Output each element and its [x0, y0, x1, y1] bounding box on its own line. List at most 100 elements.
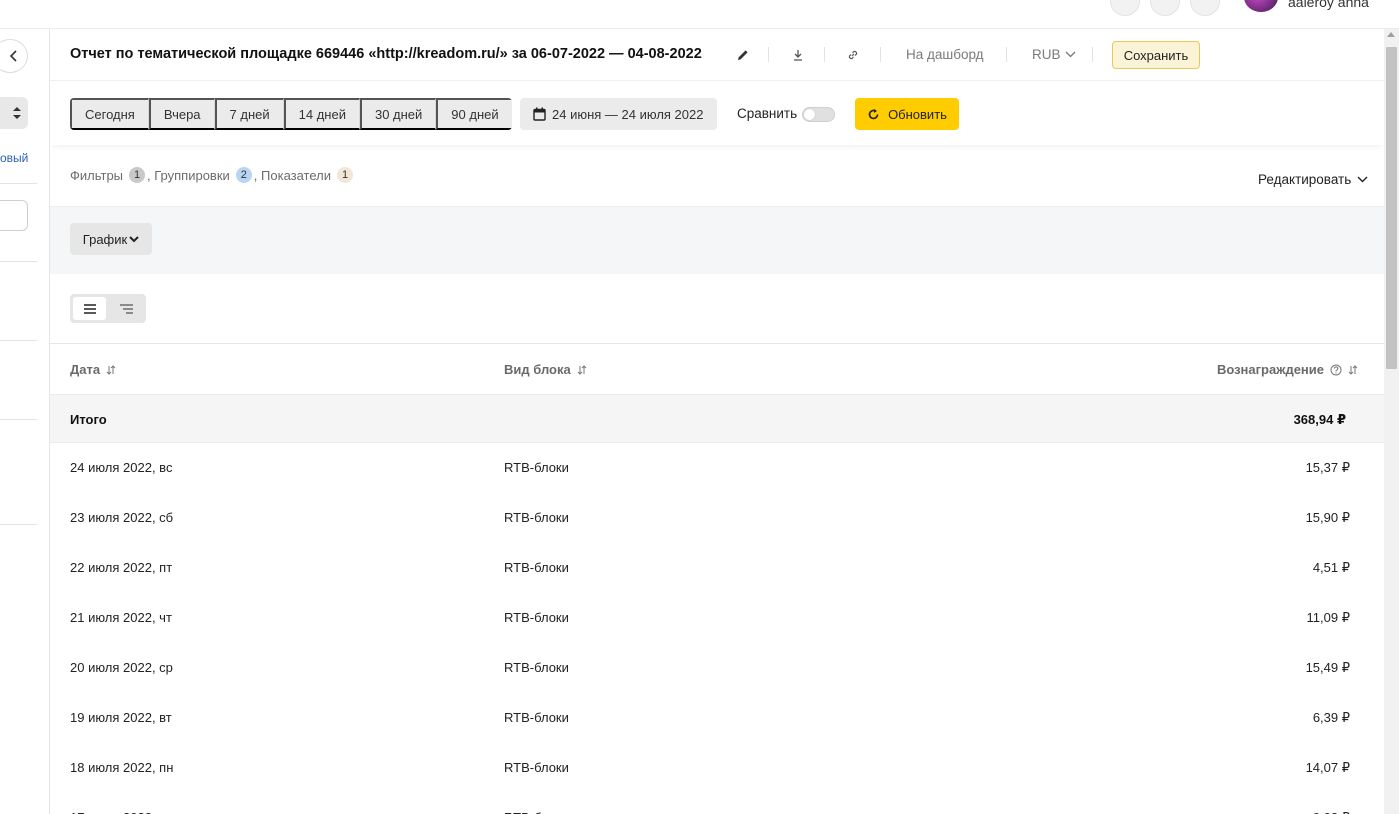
star-icon[interactable] — [1110, 0, 1140, 16]
report-main: Отчет по тематической площадке 669446 «h… — [50, 29, 1384, 814]
date-cell: 22 июля 2022, пт — [70, 560, 173, 575]
to-dashboard-link[interactable]: На дашборд — [906, 47, 984, 62]
sort-arrows-icon — [13, 107, 21, 119]
reward-cell: 14,07 ₽ — [1305, 760, 1350, 775]
divider — [824, 47, 825, 62]
download-icon[interactable] — [789, 46, 807, 64]
table-row: 19 июля 2022, вт RTB-блоки 6,39 ₽ — [50, 693, 1384, 743]
date-cell: 20 июля 2022, ср — [70, 660, 173, 675]
date-range-label: 24 июня — 24 июля 2022 — [552, 106, 704, 122]
chart-panel: График — [50, 207, 1384, 274]
save-button[interactable]: Сохранить — [1112, 41, 1200, 69]
flat-view-button[interactable] — [73, 297, 106, 320]
chevron-down-icon — [1065, 51, 1075, 58]
chevron-down-icon — [129, 235, 139, 242]
date-cell: 24 июля 2022, вс — [70, 460, 173, 475]
table-row: 23 июля 2022, сб RTB-блоки 15,90 ₽ — [50, 493, 1384, 543]
table-row: 21 июля 2022, чт RTB-блоки 11,09 ₽ — [50, 593, 1384, 643]
sidebar-search-input[interactable] — [0, 200, 28, 231]
reward-cell: 11,09 ₽ — [1306, 610, 1350, 625]
reward-cell: 4,51 ₽ — [1312, 560, 1350, 575]
column-block-type[interactable]: Вид блока — [504, 362, 587, 377]
metrics-count-badge: 1 — [337, 167, 354, 183]
period-button[interactable]: 14 дней — [283, 98, 360, 130]
left-sidebar: овый — [0, 29, 50, 814]
edit-report-button[interactable]: Редактировать — [1258, 172, 1368, 187]
avatar[interactable] — [1244, 0, 1278, 12]
column-reward-label: Вознаграждение — [1216, 362, 1324, 377]
sort-icon — [577, 364, 587, 375]
divider — [1006, 47, 1007, 62]
divider — [880, 47, 881, 62]
period-button[interactable]: Сегодня — [70, 98, 149, 130]
link-icon[interactable] — [844, 46, 862, 64]
help-icon[interactable] — [1150, 0, 1180, 16]
period-button[interactable]: 30 дней — [359, 98, 437, 130]
filters-label: Фильтры — [70, 167, 124, 183]
edit-label: Редактировать — [1258, 172, 1352, 187]
scrollbar[interactable] — [1384, 29, 1399, 814]
list-icon — [83, 303, 96, 314]
filters-summary[interactable]: Фильтры 1 , Группировки 2 , Показатели 1 — [70, 167, 355, 183]
chart-toggle-button[interactable]: График — [70, 223, 152, 255]
new-link[interactable]: овый — [0, 151, 28, 165]
metrics-label: , Показатели — [253, 167, 332, 183]
filters-count-badge: 1 — [129, 167, 146, 183]
reward-cell: 9,03 ₽ — [1313, 810, 1350, 814]
sort-icon — [1348, 364, 1358, 375]
block-type-cell: RTB-блоки — [504, 460, 569, 475]
reward-cell: 15,90 ₽ — [1305, 510, 1350, 525]
block-type-cell: RTB-блоки — [504, 810, 569, 814]
divider — [1092, 47, 1093, 62]
chat-icon[interactable] — [1190, 0, 1220, 16]
groupings-label: , Группировки — [147, 167, 230, 183]
back-button[interactable] — [0, 39, 28, 73]
username[interactable]: aaleroy anna — [1288, 0, 1369, 10]
top-bar: aaleroy anna — [0, 0, 1399, 29]
table-row: 24 июля 2022, вс RTB-блоки 15,37 ₽ — [50, 443, 1384, 493]
sort-select[interactable] — [0, 97, 28, 129]
edit-icon[interactable] — [734, 46, 752, 64]
filters-bar: Фильтры 1 , Группировки 2 , Показатели 1… — [50, 145, 1384, 207]
date-range-picker[interactable]: 24 июня — 24 июля 2022 — [520, 98, 717, 130]
sort-icon — [106, 364, 116, 375]
period-buttons: Сегодня Вчера 7 дней 14 дней 30 дней 90 дней — [70, 98, 512, 130]
column-date-label: Дата — [70, 362, 101, 377]
currency-select[interactable]: RUB — [1032, 47, 1076, 62]
chart-button-label: График — [82, 231, 128, 247]
period-button[interactable]: 90 дней — [436, 98, 512, 130]
divider — [0, 340, 37, 341]
date-cell: 18 июля 2022, пн — [70, 760, 174, 775]
block-type-cell: RTB-блоки — [504, 560, 569, 575]
period-toolbar: Сегодня Вчера 7 дней 14 дней 30 дней 90 дней … — [50, 81, 1384, 145]
tree-view-button[interactable] — [110, 297, 143, 320]
date-cell: 17 июля 2022, вс — [70, 810, 172, 814]
scroll-up-icon[interactable] — [1387, 32, 1395, 37]
scrollbar-thumb[interactable] — [1386, 47, 1397, 369]
divider — [0, 261, 37, 262]
page-title: Отчет по тематической площадке 669446 «h… — [70, 46, 702, 62]
column-block-type-label: Вид блока — [504, 362, 571, 377]
report-header: Отчет по тематической площадке 669446 «h… — [50, 29, 1384, 81]
column-date[interactable]: Дата — [70, 362, 116, 377]
divider — [0, 524, 37, 525]
divider — [0, 419, 37, 420]
tree-list-icon — [120, 303, 133, 314]
table-row: 22 июля 2022, пт RTB-блоки 4,51 ₽ — [50, 543, 1384, 593]
period-button[interactable]: Вчера — [148, 98, 215, 130]
compare-label: Сравнить — [737, 106, 798, 121]
total-row: Итого 368,94 ₽ — [50, 395, 1384, 443]
chevron-left-icon — [9, 50, 17, 62]
block-type-cell: RTB-блоки — [504, 660, 569, 675]
currency-label: RUB — [1032, 47, 1061, 62]
period-button[interactable]: 7 дней — [214, 98, 284, 130]
toggle-knob — [804, 109, 815, 120]
block-type-cell: RTB-блоки — [504, 710, 569, 725]
divider — [0, 183, 37, 184]
date-cell: 21 июля 2022, чт — [70, 610, 172, 625]
column-reward[interactable]: Вознаграждение — [1217, 362, 1358, 377]
question-icon[interactable] — [1330, 364, 1342, 376]
compare-toggle[interactable] — [802, 107, 835, 122]
refresh-button[interactable]: Обновить — [855, 98, 959, 130]
refresh-label: Обновить — [888, 106, 947, 122]
